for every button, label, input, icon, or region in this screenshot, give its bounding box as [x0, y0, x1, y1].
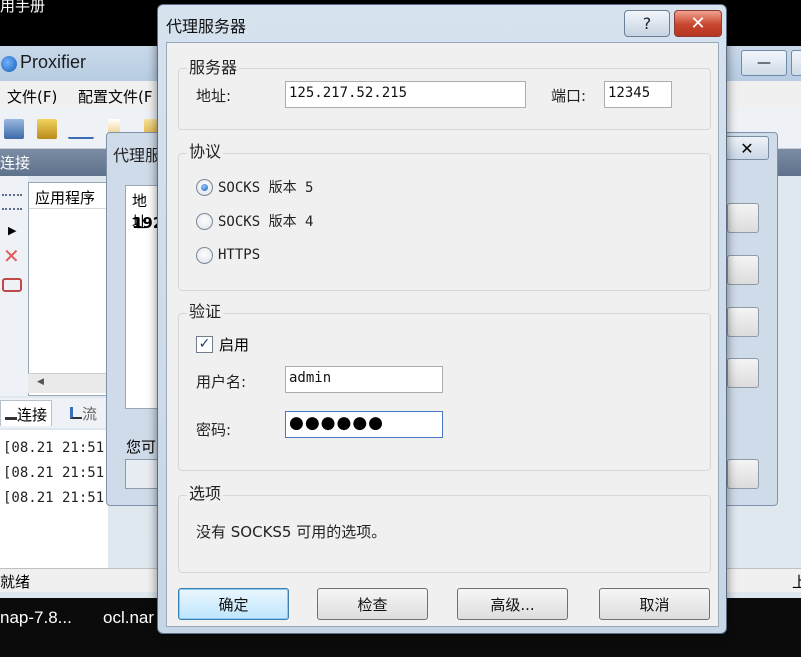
radio-https[interactable]: HTTPS — [196, 244, 260, 266]
proxy-servers-icon[interactable] — [4, 119, 24, 139]
application-list: 应用程序 — [28, 182, 109, 396]
password-input[interactable]: ●●●●●● — [285, 411, 443, 438]
dns-icon[interactable] — [68, 119, 94, 139]
help-button[interactable]: ? — [624, 10, 670, 37]
auth-group — [178, 313, 711, 471]
radio-socks4[interactable]: SOCKS 版本 4 — [196, 210, 313, 232]
tab-traffic[interactable]: 流 — [66, 400, 101, 426]
middle-dialog-action-button[interactable] — [727, 459, 759, 489]
close-icon: ✕ — [690, 13, 706, 34]
check-proxy-button[interactable] — [727, 358, 759, 388]
kill-connection-icon[interactable] — [2, 278, 22, 292]
left-tool-strip: ▶ ✕ — [0, 176, 28, 396]
add-button[interactable] — [727, 203, 759, 233]
server-group-title: 服务器 — [187, 54, 240, 78]
address-input[interactable]: 125.217.52.215 — [285, 81, 526, 108]
log-line: [08.21 21:51 — [3, 490, 105, 506]
middle-dialog-title: 代理服 — [113, 146, 162, 165]
status-text: 就绪 — [0, 573, 31, 591]
remove-button[interactable] — [727, 307, 759, 337]
radio-socks4-label: SOCKS 版本 4 — [218, 214, 314, 230]
radio-https-label: HTTPS — [218, 247, 261, 263]
password-label: 密码: — [196, 421, 232, 439]
horizontal-scrollbar[interactable]: ◀ — [28, 373, 108, 393]
options-group-title: 选项 — [187, 480, 224, 504]
taskbar-item-ocl[interactable]: ocl.nar — [103, 608, 154, 628]
close-connection-icon[interactable]: ✕ — [3, 244, 20, 268]
taskbar-item-nmap[interactable]: nap-7.8... — [0, 608, 72, 628]
menu-profile[interactable]: 配置文件(F — [78, 86, 152, 107]
check-button[interactable]: 检查 — [317, 588, 428, 620]
options-text: 没有 SOCKS5 可用的选项。 — [196, 523, 387, 541]
advanced-button[interactable]: 高级... — [457, 588, 568, 620]
close-icon: ✕ — [740, 138, 754, 158]
minimize-button[interactable]: — — [741, 50, 787, 76]
connections-tab-icon — [5, 408, 17, 420]
list-view-icon[interactable] — [2, 194, 22, 210]
proxy-list: 地址 192 — [125, 185, 163, 409]
maximize-button[interactable] — [791, 50, 801, 76]
minimize-icon: — — [757, 55, 771, 71]
edit-button[interactable] — [727, 255, 759, 285]
middle-dialog-hint: 您可 — [126, 438, 157, 456]
log-line: [08.21 21:51 — [3, 465, 105, 481]
application-column-header[interactable]: 应用程序 — [29, 183, 109, 209]
radio-button[interactable] — [196, 212, 213, 230]
ok-button[interactable]: 确定 — [178, 588, 289, 620]
cancel-button[interactable]: 取消 — [599, 588, 710, 620]
enable-auth-label: 启用 — [219, 335, 250, 354]
log-line: [08.21 21:51 — [3, 440, 105, 456]
radio-button[interactable] — [196, 246, 213, 264]
bottom-tabs: 连接 流 — [0, 398, 108, 428]
menu-file[interactable]: 文件(F) — [7, 86, 57, 107]
proxifier-app-icon — [1, 56, 17, 72]
port-label: 端口: — [551, 87, 587, 105]
enable-auth-checkbox[interactable]: ✓ 启用 — [196, 333, 249, 355]
proxy-server-dialog: 代理服务器 ? ✕ 服务器 地址: 125.217.52.215 端口: 123… — [157, 4, 727, 634]
connections-section-title: 连接 — [0, 154, 31, 172]
dialog-close-button[interactable]: ✕ — [674, 10, 722, 37]
protocol-group-title: 协议 — [187, 138, 224, 162]
rules-icon[interactable] — [37, 119, 57, 139]
status-right-text: 上 — [792, 573, 801, 591]
radio-socks5-label: SOCKS 版本 5 — [218, 180, 314, 196]
dialog-title: 代理服务器 — [166, 17, 247, 36]
log-area: [08.21 21:51 [08.21 21:51 [08.21 21:51 — [0, 430, 108, 568]
top-fragment-text: 用手册 — [0, 0, 46, 15]
username-input[interactable]: admin — [285, 366, 443, 393]
port-input[interactable]: 12345 — [604, 81, 672, 108]
expand-arrow-icon[interactable]: ▶ — [8, 224, 16, 237]
middle-dialog-close-button[interactable]: ✕ — [725, 136, 769, 160]
tab-connections[interactable]: 连接 — [0, 400, 53, 426]
address-label: 地址: — [196, 87, 232, 105]
radio-socks5[interactable]: SOCKS 版本 5 — [196, 176, 313, 198]
traffic-chart-icon — [70, 407, 82, 419]
auth-group-title: 验证 — [187, 298, 224, 322]
dialog-body: 服务器 地址: 125.217.52.215 端口: 12345 协议 SOCK… — [166, 42, 719, 627]
checkbox-checked[interactable]: ✓ — [196, 335, 213, 353]
help-icon: ? — [642, 14, 652, 33]
username-label: 用户名: — [196, 373, 247, 391]
radio-button-selected[interactable] — [196, 178, 213, 196]
scroll-left-icon[interactable]: ◀ — [37, 377, 44, 387]
app-title: Proxifier — [20, 52, 87, 72]
